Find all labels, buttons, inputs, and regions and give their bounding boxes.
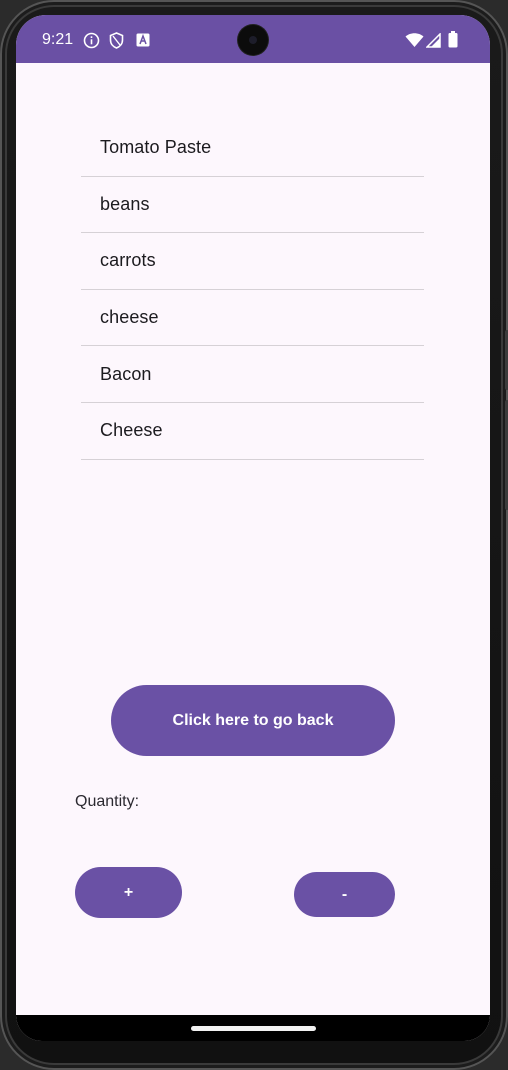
phone-frame: 9:21 Tomato Paste beans carrots cheese B… — [0, 0, 508, 1070]
signal-icon — [425, 32, 441, 53]
navigation-bar — [16, 1015, 490, 1041]
status-bar: 9:21 — [16, 15, 490, 63]
list-item-label: Tomato Paste — [100, 137, 212, 158]
list-item[interactable]: Bacon — [81, 346, 424, 403]
quantity-label: Quantity: — [75, 793, 140, 810]
list-item[interactable]: Cheese — [81, 403, 424, 460]
list-item[interactable]: Tomato Paste — [81, 120, 424, 177]
list-item[interactable]: carrots — [81, 233, 424, 290]
decrement-button[interactable]: - — [294, 872, 395, 917]
screen: 9:21 Tomato Paste beans carrots cheese B… — [16, 15, 490, 1041]
increment-button[interactable]: + — [75, 867, 182, 918]
home-handle[interactable] — [191, 1026, 316, 1031]
shield-icon — [109, 32, 124, 54]
wifi-icon — [405, 33, 424, 53]
list-item-label: cheese — [100, 307, 159, 328]
battery-icon — [448, 31, 458, 53]
list-item[interactable]: beans — [81, 177, 424, 234]
go-back-button[interactable]: Click here to go back — [111, 685, 395, 756]
grocery-list: Tomato Paste beans carrots cheese Bacon … — [81, 120, 424, 460]
list-item-label: Cheese — [100, 420, 163, 441]
list-item-label: carrots — [100, 250, 156, 271]
info-icon — [83, 32, 100, 54]
list-item[interactable]: cheese — [81, 290, 424, 347]
status-time: 9:21 — [42, 31, 74, 48]
list-item-label: beans — [100, 193, 150, 214]
front-camera — [238, 25, 268, 55]
list-item-label: Bacon — [100, 363, 152, 384]
keyboard-a-icon — [136, 33, 150, 52]
